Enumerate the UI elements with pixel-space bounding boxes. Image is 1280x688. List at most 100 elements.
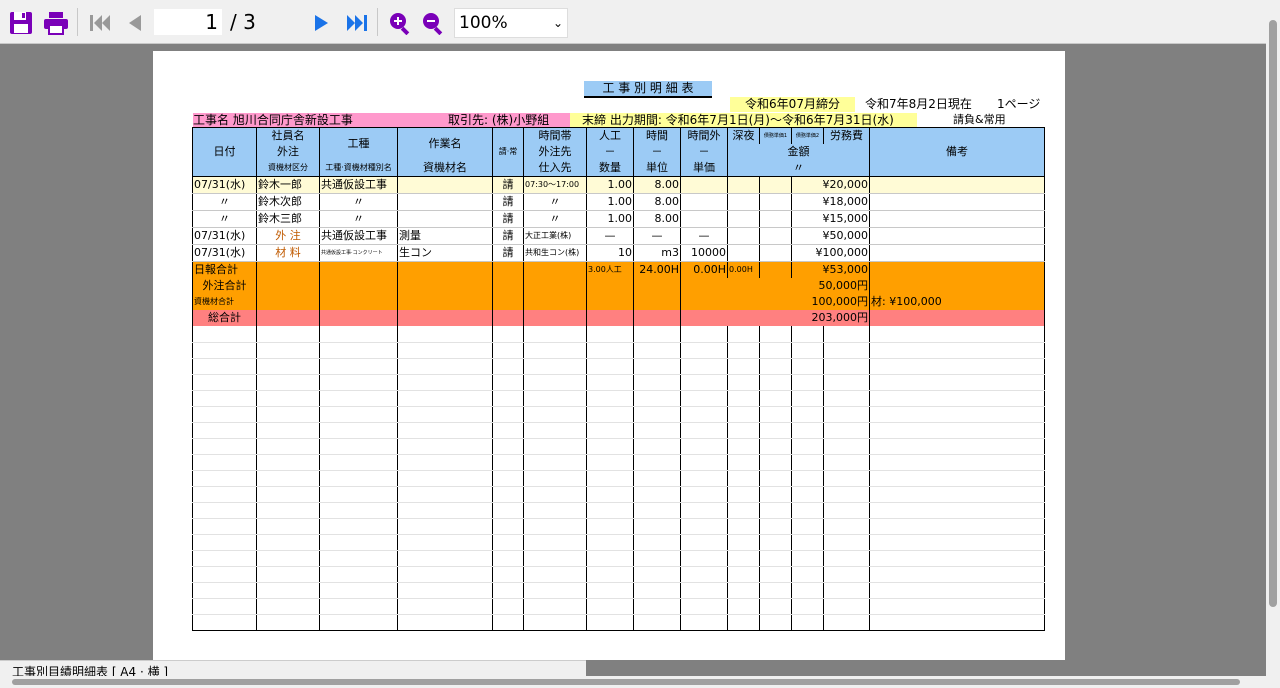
- row-name: 鈴木次郎: [256, 193, 320, 211]
- col-outsource-to: 外注先: [523, 144, 587, 160]
- page-label: 1ページ: [997, 97, 1041, 111]
- empty-row: [192, 518, 1045, 535]
- row-overtime: [680, 176, 728, 194]
- page-total: / 3: [230, 10, 256, 34]
- row-name: 鈴木三郎: [256, 210, 320, 228]
- row-note: [869, 193, 1045, 211]
- row-night: [727, 244, 760, 262]
- empty-row: [192, 326, 1045, 343]
- empty-row: [192, 454, 1045, 471]
- empty-row: [192, 566, 1045, 583]
- row-amount: ¥20,000: [791, 176, 870, 194]
- first-page-icon[interactable]: [88, 12, 112, 34]
- empty-row: [192, 502, 1045, 519]
- col-time: 時間帯: [523, 127, 587, 144]
- col-employee: 社員名: [256, 127, 320, 144]
- client-name: 取引先: (株)小野組: [448, 113, 550, 127]
- daily-total-row: 日報合計 3.00人工 24.00H 0.00H 0.00H ¥53,000: [192, 261, 1045, 278]
- row-ninku: —: [586, 227, 634, 245]
- grand-total-row: 総合計 203,000円: [192, 310, 1045, 326]
- row-note: [869, 227, 1045, 245]
- row-ukejo: 請: [492, 210, 524, 228]
- zoom-in-icon[interactable]: [387, 10, 413, 36]
- material-total-row: 資機材合計 100,000円 材: ¥100,000: [192, 294, 1045, 310]
- col-material-name: 資機材名: [397, 160, 493, 177]
- row-jikan: 8.00: [633, 193, 681, 211]
- empty-row: [192, 358, 1045, 375]
- table-row: 07/31(水) 鈴木一郎 共通仮設工事 請 07:30〜17:00 1.00 …: [192, 176, 1045, 194]
- report-title: 工 事 別 明 細 表: [584, 81, 712, 98]
- toolbar-separator: [377, 8, 378, 36]
- row-note: [869, 176, 1045, 194]
- col-unit: 単位: [633, 160, 681, 177]
- contract-type: 請負&常用: [953, 113, 1006, 126]
- row-sub1: [759, 227, 792, 245]
- row-overtime: 10000: [680, 244, 728, 262]
- row-amount: ¥15,000: [791, 210, 870, 228]
- col-ninku: 人工: [586, 127, 634, 144]
- col-supplier: 仕入先: [523, 160, 587, 177]
- daily-total-jikan: 24.00H: [633, 261, 681, 278]
- zoom-value: 100%: [459, 13, 508, 33]
- vertical-scroll-thumb[interactable]: [1269, 20, 1277, 607]
- zoom-select[interactable]: 100% ⌄: [454, 8, 568, 38]
- table-row: 〃 鈴木三郎 〃 請 〃 1.00 8.00 ¥15,000: [192, 210, 1045, 228]
- empty-row: [192, 534, 1045, 551]
- project-title: 工事名 旭川合同庁舎新設工事: [193, 113, 353, 127]
- col-ukejo: 請·常: [492, 127, 524, 177]
- row-note: [869, 244, 1045, 262]
- page-number-input[interactable]: 1: [154, 9, 222, 35]
- row-name: 外 注: [256, 227, 320, 245]
- row-koushu: 共通仮設工事·コンクリート: [319, 244, 398, 262]
- vertical-scrollbar[interactable]: [1266, 0, 1280, 688]
- material-total-label: 資機材合計: [192, 294, 257, 310]
- row-time: 大正工業(株): [523, 227, 587, 245]
- row-time: 07:30〜17:00: [523, 176, 587, 194]
- previous-page-icon[interactable]: [124, 12, 144, 34]
- report-toolbar: 1 / 3 100% ⌄: [0, 0, 1266, 44]
- row-ninku: 1.00: [586, 193, 634, 211]
- empty-row: [192, 470, 1045, 487]
- row-date: 〃: [192, 193, 257, 211]
- grand-total-amount: 203,000円: [680, 310, 870, 326]
- horizontal-scroll-thumb[interactable]: [12, 679, 1240, 685]
- empty-row: [192, 582, 1045, 599]
- next-page-icon[interactable]: [312, 12, 332, 34]
- col-sub2: 債務単価2: [791, 127, 824, 144]
- table-row: 〃 鈴木次郎 〃 請 〃 1.00 8.00 ¥18,000: [192, 193, 1045, 211]
- horizontal-scrollbar[interactable]: [0, 676, 1266, 688]
- row-ukejo: 請: [492, 176, 524, 194]
- empty-row: [192, 486, 1045, 503]
- row-note: [869, 210, 1045, 228]
- last-page-icon[interactable]: [344, 12, 370, 34]
- outsource-total-row: 外注合計 50,000円: [192, 278, 1045, 294]
- empty-row: [192, 422, 1045, 439]
- row-name: 材 料: [256, 244, 320, 262]
- zoom-out-icon[interactable]: [420, 10, 446, 36]
- row-overtime: [680, 193, 728, 211]
- row-time: 〃: [523, 210, 587, 228]
- row-jikan: 8.00: [633, 210, 681, 228]
- row-date: 07/31(水): [192, 244, 257, 262]
- row-night: [727, 210, 760, 228]
- row-date: 〃: [192, 210, 257, 228]
- row-koushu: 共通仮設工事: [319, 227, 398, 245]
- col-date: 日付: [192, 127, 257, 177]
- col-koushu: 工種: [319, 127, 398, 160]
- empty-row: [192, 614, 1045, 630]
- header-row-1: 日付 社員名 工種 作業名 請·常 時間帯 人工 時間 時間外 深夜 債務単価1…: [192, 127, 1045, 177]
- col-unit-price: 単価: [680, 160, 728, 177]
- row-work: [397, 210, 493, 228]
- row-work: 生コン: [397, 244, 493, 262]
- row-work: 測量: [397, 227, 493, 245]
- col-overtime-dash: －: [680, 144, 728, 160]
- as-of-date: 令和7年8月2日現在: [865, 97, 972, 111]
- row-jikan: m3: [633, 244, 681, 262]
- row-overtime: [680, 210, 728, 228]
- empty-row: [192, 390, 1045, 407]
- row-sub1: [759, 244, 792, 262]
- col-sub1: 債務単価1: [759, 127, 792, 144]
- save-icon[interactable]: [8, 10, 34, 36]
- print-icon[interactable]: [42, 10, 70, 36]
- empty-row: [192, 550, 1045, 567]
